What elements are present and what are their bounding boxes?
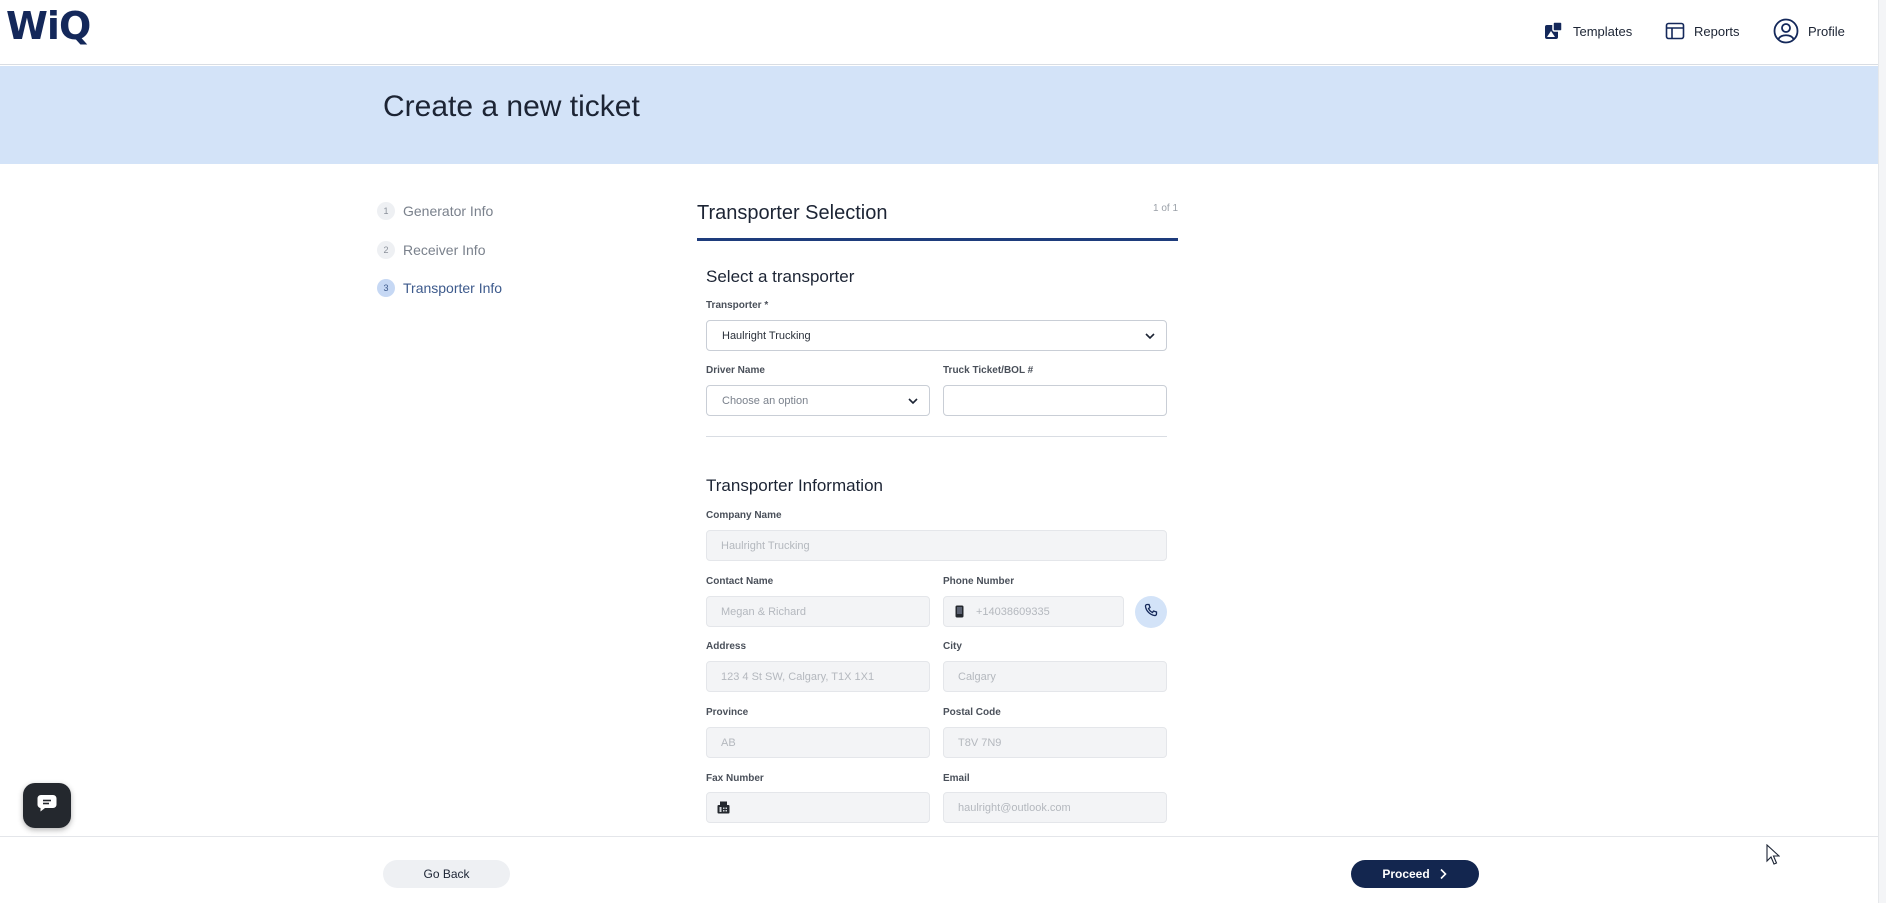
fax-number-label: Fax Number [706, 773, 764, 784]
province-label: Province [706, 707, 749, 718]
page-header-band [0, 66, 1886, 164]
chevron-down-icon [1144, 330, 1156, 345]
driver-name-label: Driver Name [706, 365, 765, 376]
nav-reports-label: Reports [1694, 23, 1740, 39]
transporter-information-heading: Transporter Information [706, 476, 883, 495]
step-receiver-info[interactable]: 2 Receiver Info [377, 241, 485, 259]
company-name-field: Haulright Trucking [706, 530, 1167, 561]
postal-code-label: Postal Code [943, 707, 1001, 718]
city-field: Calgary [943, 661, 1167, 692]
transporter-label: Transporter * [706, 300, 769, 311]
mouse-cursor-icon [1766, 843, 1781, 871]
nav-profile-label: Profile [1808, 23, 1845, 39]
action-footer [0, 836, 1886, 903]
chat-icon [36, 793, 58, 818]
nav-profile[interactable]: Profile [1773, 18, 1845, 44]
driver-name-select[interactable]: Choose an option [706, 385, 930, 416]
nav-reports[interactable]: Reports [1665, 18, 1740, 44]
step-label: Generator Info [403, 203, 494, 219]
phone-number-label: Phone Number [943, 576, 1015, 587]
province-field: AB [706, 727, 930, 758]
step-number: 3 [377, 279, 395, 297]
step-generator-info[interactable]: 1 Generator Info [377, 202, 493, 220]
mobile-phone-icon [955, 605, 964, 618]
page-count: 1 of 1 [1153, 203, 1179, 214]
go-back-button[interactable]: Go Back [383, 860, 510, 888]
contact-name-label: Contact Name [706, 576, 774, 587]
fax-icon [717, 801, 730, 814]
step-label: Receiver Info [403, 242, 486, 258]
reports-icon [1665, 21, 1685, 41]
chevron-right-icon [1438, 868, 1448, 880]
address-label: Address [706, 641, 747, 652]
email-field: haulright@outlook.com [943, 792, 1167, 823]
proceed-label: Proceed [1382, 867, 1430, 881]
select-transporter-heading: Select a transporter [706, 267, 855, 286]
driver-name-placeholder: Choose an option [722, 394, 809, 407]
city-label: City [943, 641, 962, 652]
phone-icon [1144, 603, 1158, 622]
top-navigation-bar: WiQ Templates Reports Profile [0, 0, 1886, 65]
step-number: 2 [377, 241, 395, 259]
section-title: Transporter Selection [697, 202, 888, 224]
transporter-select[interactable]: Haulright Trucking [706, 320, 1167, 351]
section-divider [706, 436, 1167, 437]
call-button[interactable] [1135, 596, 1167, 628]
chevron-down-icon [907, 395, 919, 410]
step-label: Transporter Info [403, 280, 503, 296]
address-field: 123 4 St SW, Calgary, T1X 1X1 [706, 661, 930, 692]
wiq-logo[interactable]: WiQ [6, 4, 91, 48]
fax-number-field [706, 792, 930, 823]
templates-icon [1544, 21, 1564, 41]
postal-code-field: T8V 7N9 [943, 727, 1167, 758]
section-underline [697, 238, 1178, 241]
step-transporter-info[interactable]: 3 Transporter Info [377, 279, 502, 297]
truck-ticket-label: Truck Ticket/BOL # [943, 365, 1034, 376]
email-label: Email [943, 773, 970, 784]
page-title: Create a new ticket [383, 90, 640, 123]
phone-number-value: +14038609335 [976, 605, 1050, 618]
nav-templates[interactable]: Templates [1544, 18, 1632, 44]
contact-name-field: Megan & Richard [706, 596, 930, 627]
page-scrollbar[interactable] [1878, 0, 1886, 903]
nav-templates-label: Templates [1573, 23, 1633, 39]
company-name-label: Company Name [706, 510, 782, 521]
profile-icon [1773, 18, 1799, 44]
transporter-select-value: Haulright Trucking [722, 329, 811, 342]
truck-ticket-input[interactable] [943, 385, 1167, 416]
proceed-button[interactable]: Proceed [1351, 860, 1479, 888]
phone-number-field: +14038609335 [943, 596, 1124, 627]
chat-support-button[interactable] [23, 783, 71, 828]
step-number: 1 [377, 202, 395, 220]
